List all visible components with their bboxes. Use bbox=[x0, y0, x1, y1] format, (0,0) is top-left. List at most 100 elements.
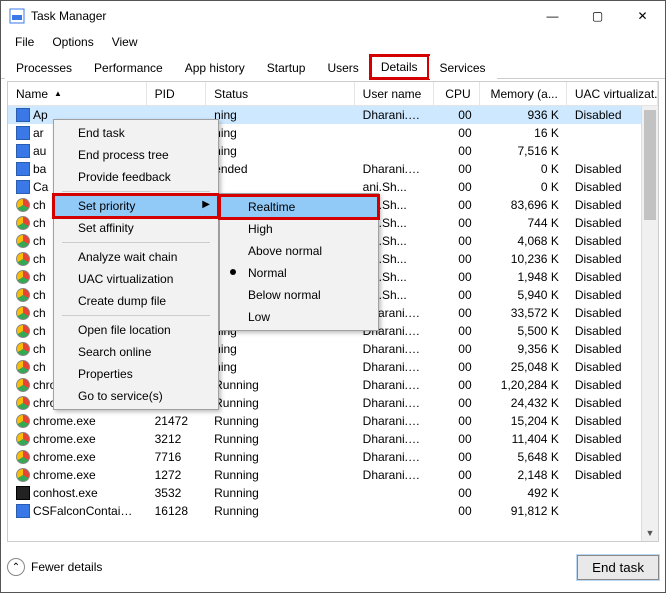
cell-mem: 9,356 K bbox=[480, 341, 567, 357]
priority-realtime[interactable]: Realtime bbox=[220, 196, 378, 218]
cell-user: Dharani.Sh... bbox=[355, 161, 434, 177]
minimize-button[interactable]: — bbox=[530, 1, 575, 31]
cell-cpu: 00 bbox=[434, 341, 480, 357]
process-name: ar bbox=[33, 126, 44, 140]
ctx-set-affinity[interactable]: Set affinity bbox=[54, 217, 218, 239]
cell-mem: 1,948 K bbox=[480, 269, 567, 285]
tab-processes[interactable]: Processes bbox=[5, 56, 83, 79]
cell-status bbox=[206, 186, 355, 188]
ctx-set-priority[interactable]: Set priority▶ bbox=[54, 195, 218, 217]
menu-options[interactable]: Options bbox=[44, 33, 101, 51]
cell-user: Dharani.Sh... bbox=[355, 431, 434, 447]
table-row[interactable]: chrome.exe7716RunningDharani.Sh...005,64… bbox=[8, 448, 658, 466]
process-name: ch bbox=[33, 324, 46, 338]
table-row[interactable]: CSFalconContainer.e16128Running0091,812 … bbox=[8, 502, 658, 520]
submenu-arrow-icon: ▶ bbox=[202, 199, 210, 210]
cell-cpu: 00 bbox=[434, 359, 480, 375]
process-icon bbox=[16, 180, 30, 194]
titlebar: Task Manager — ▢ ✕ bbox=[1, 1, 665, 31]
priority-low[interactable]: Low bbox=[220, 306, 378, 328]
cell-status: Running bbox=[206, 413, 355, 429]
cell-mem: 5,500 K bbox=[480, 323, 567, 339]
process-name: ch bbox=[33, 198, 46, 212]
table-row[interactable]: chrome.exe21472RunningDharani.Sh...0015,… bbox=[8, 412, 658, 430]
cell-mem: 1,20,284 K bbox=[480, 377, 567, 393]
cell-pid: 3212 bbox=[147, 431, 207, 447]
priority-above-normal[interactable]: Above normal bbox=[220, 240, 378, 262]
end-task-button[interactable]: End task bbox=[577, 555, 659, 580]
menu-file[interactable]: File bbox=[7, 33, 42, 51]
cell-mem: 10,236 K bbox=[480, 251, 567, 267]
cell-pid: 21472 bbox=[147, 413, 207, 429]
col-name[interactable]: Name▲ bbox=[8, 82, 147, 105]
process-icon bbox=[16, 198, 30, 212]
cell-cpu: 00 bbox=[434, 269, 480, 285]
close-button[interactable]: ✕ bbox=[620, 1, 665, 31]
process-icon bbox=[16, 126, 30, 140]
priority-below-normal[interactable]: Below normal bbox=[220, 284, 378, 306]
maximize-button[interactable]: ▢ bbox=[575, 1, 620, 31]
cell-cpu: 00 bbox=[434, 413, 480, 429]
ctx-end-task[interactable]: End task bbox=[54, 122, 218, 144]
tab-startup[interactable]: Startup bbox=[256, 56, 317, 79]
cell-user bbox=[355, 510, 434, 512]
ctx-open-loc[interactable]: Open file location bbox=[54, 319, 218, 341]
menu-view[interactable]: View bbox=[104, 33, 146, 51]
cell-mem: 33,572 K bbox=[480, 305, 567, 321]
cell-status: Running bbox=[206, 503, 355, 519]
table-row[interactable]: chrome.exe1272RunningDharani.Sh...002,14… bbox=[8, 466, 658, 484]
col-pid[interactable]: PID bbox=[147, 82, 207, 105]
priority-high[interactable]: High bbox=[220, 218, 378, 240]
cell-cpu: 00 bbox=[434, 197, 480, 213]
ctx-analyze[interactable]: Analyze wait chain bbox=[54, 246, 218, 268]
scroll-down-icon[interactable]: ▼ bbox=[642, 524, 658, 541]
process-name: chrome.exe bbox=[33, 450, 96, 464]
col-mem[interactable]: Memory (a... bbox=[480, 82, 567, 105]
vertical-scrollbar[interactable]: ▲ ▼ bbox=[641, 106, 658, 541]
window-buttons: — ▢ ✕ bbox=[530, 1, 665, 31]
cell-cpu: 00 bbox=[434, 467, 480, 483]
scroll-thumb[interactable] bbox=[644, 110, 656, 220]
col-cpu[interactable]: CPU bbox=[434, 82, 480, 105]
ctx-uac-virt[interactable]: UAC virtualization bbox=[54, 268, 218, 290]
process-icon bbox=[16, 450, 30, 464]
ctx-feedback[interactable]: Provide feedback bbox=[54, 166, 218, 188]
ctx-dump[interactable]: Create dump file bbox=[54, 290, 218, 312]
cell-cpu: 00 bbox=[434, 377, 480, 393]
process-icon bbox=[16, 342, 30, 356]
process-name: chrome.exe bbox=[33, 414, 96, 428]
cell-mem: 83,696 K bbox=[480, 197, 567, 213]
process-icon bbox=[16, 378, 30, 392]
col-uac[interactable]: UAC virtualizat... bbox=[567, 82, 658, 105]
process-icon bbox=[16, 252, 30, 266]
cell-cpu: 00 bbox=[434, 323, 480, 339]
process-icon bbox=[16, 162, 30, 176]
col-status[interactable]: Status bbox=[206, 82, 355, 105]
fewer-details-button[interactable]: ⌃ Fewer details bbox=[7, 558, 102, 576]
ctx-properties[interactable]: Properties bbox=[54, 363, 218, 385]
table-row[interactable]: conhost.exe3532Running00492 K bbox=[8, 484, 658, 502]
ctx-search[interactable]: Search online bbox=[54, 341, 218, 363]
cell-cpu: 00 bbox=[434, 395, 480, 411]
process-name: ch bbox=[33, 270, 46, 284]
cell-status: Running bbox=[206, 395, 355, 411]
cell-status: ning bbox=[206, 143, 355, 159]
process-context-menu: End task End process tree Provide feedba… bbox=[53, 119, 219, 410]
cell-status: ended bbox=[206, 161, 355, 177]
col-user[interactable]: User name bbox=[355, 82, 434, 105]
cell-mem: 0 K bbox=[480, 179, 567, 195]
ctx-end-tree[interactable]: End process tree bbox=[54, 144, 218, 166]
menubar: File Options View bbox=[1, 31, 665, 53]
cell-mem: 5,940 K bbox=[480, 287, 567, 303]
table-row[interactable]: chrome.exe3212RunningDharani.Sh...0011,4… bbox=[8, 430, 658, 448]
process-icon bbox=[16, 108, 30, 122]
tab-services[interactable]: Services bbox=[429, 56, 497, 79]
ctx-goto-service[interactable]: Go to service(s) bbox=[54, 385, 218, 407]
tab-performance[interactable]: Performance bbox=[83, 56, 174, 79]
tab-users[interactable]: Users bbox=[316, 56, 369, 79]
tab-apphistory[interactable]: App history bbox=[174, 56, 256, 79]
tab-details[interactable]: Details bbox=[370, 55, 429, 79]
priority-normal[interactable]: Normal bbox=[220, 262, 378, 284]
cell-pid: 3532 bbox=[147, 485, 207, 501]
process-icon bbox=[16, 396, 30, 410]
